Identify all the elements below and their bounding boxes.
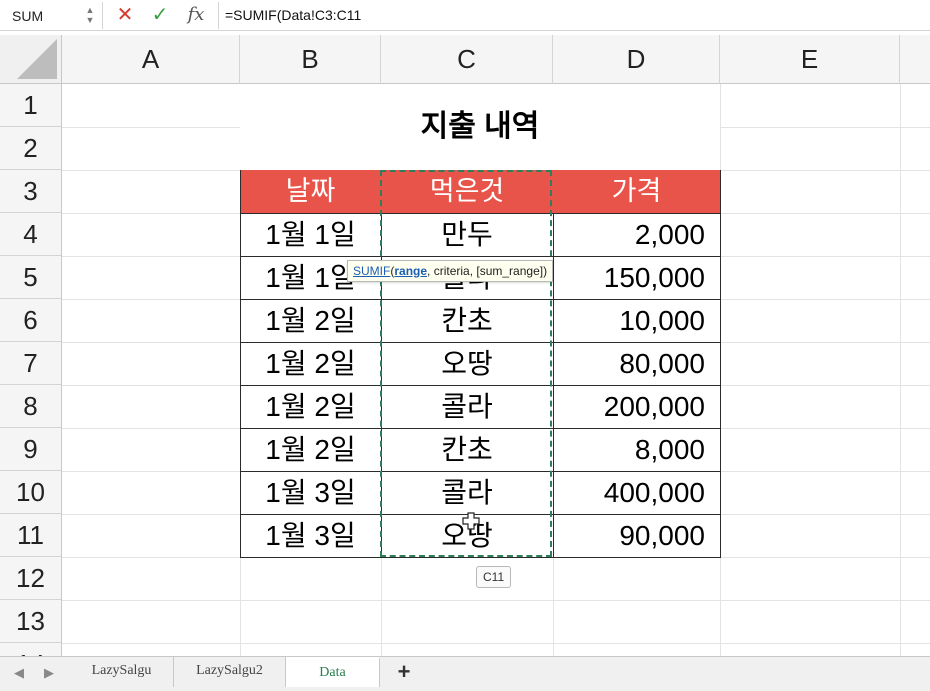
cell-date[interactable]: 1월 2일: [241, 385, 380, 428]
column-header-e[interactable]: E: [720, 35, 900, 84]
prev-sheet-icon[interactable]: ◀: [14, 665, 24, 681]
column-header-c[interactable]: C: [381, 35, 553, 84]
tooltip-remaining-args: , criteria, [sum_range]): [427, 264, 548, 278]
next-sheet-icon[interactable]: ▶: [44, 665, 54, 681]
cell-date[interactable]: 1월 3일: [241, 471, 380, 514]
table-border: [240, 428, 721, 429]
cell-item[interactable]: 콜라: [382, 385, 552, 428]
cell-price[interactable]: 2,000: [554, 213, 719, 256]
name-box-value: SUM: [12, 8, 44, 24]
cancel-icon[interactable]: ✕: [112, 2, 138, 28]
cell-item[interactable]: 만두: [382, 213, 552, 256]
header-date[interactable]: 날짜: [240, 170, 381, 213]
cell-price[interactable]: 8,000: [554, 428, 719, 471]
row-header-12[interactable]: 12: [0, 557, 61, 600]
table-border: [240, 514, 721, 515]
row-header-13[interactable]: 13: [0, 600, 61, 643]
formula-input[interactable]: =SUMIF(Data!C3:C11: [218, 2, 918, 29]
tooltip-function-name[interactable]: SUMIF: [353, 264, 390, 278]
name-box-dropdown-icon[interactable]: ▲ ▼: [84, 5, 96, 27]
formula-bar: SUM ▲ ▼ ✕ ✓ fx =SUMIF(Data!C3:C11: [0, 0, 930, 31]
row-header-7[interactable]: 7: [0, 342, 61, 385]
name-box[interactable]: SUM ▲ ▼: [0, 2, 103, 29]
table-border: [240, 471, 721, 472]
cell-cursor-icon: [462, 512, 480, 530]
column-header-b[interactable]: B: [240, 35, 381, 84]
tooltip-active-argument[interactable]: range: [394, 264, 427, 278]
cell-date[interactable]: 1월 2일: [241, 428, 380, 471]
sheet-title[interactable]: 지출 내역: [240, 84, 720, 170]
cell-grid[interactable]: 지출 내역 날짜 먹은것 가격 1월 1일 만두 2,000 1월 1일 콜라 …: [62, 84, 930, 659]
row-header-11[interactable]: 11: [0, 514, 61, 557]
insert-function-icon[interactable]: fx: [183, 2, 209, 28]
sheet-tab-lazysalgu2[interactable]: LazySalgu2: [174, 657, 286, 687]
column-header-a[interactable]: A: [62, 35, 240, 84]
cell-date[interactable]: 1월 2일: [241, 299, 380, 342]
cell-price[interactable]: 200,000: [554, 385, 719, 428]
table-border: [240, 557, 721, 558]
confirm-icon[interactable]: ✓: [147, 2, 173, 28]
cell-date[interactable]: 1월 1일: [241, 213, 380, 256]
column-header-d[interactable]: D: [553, 35, 720, 84]
cell-date[interactable]: 1월 2일: [241, 342, 380, 385]
cell-item[interactable]: 칸초: [382, 428, 552, 471]
cell-price[interactable]: 150,000: [554, 256, 719, 299]
table-border: [553, 213, 554, 558]
cell-item[interactable]: 오땅: [382, 342, 552, 385]
select-all-corner[interactable]: [0, 35, 62, 84]
cell-price[interactable]: 400,000: [554, 471, 719, 514]
cell-item[interactable]: 칸초: [382, 299, 552, 342]
row-header-2[interactable]: 2: [0, 127, 61, 170]
cell-price[interactable]: 80,000: [554, 342, 719, 385]
column-headers: A B C D E: [62, 35, 930, 84]
row-header-1[interactable]: 1: [0, 84, 61, 127]
row-header-3[interactable]: 3: [0, 170, 61, 213]
table-border: [240, 256, 721, 257]
row-headers: 1 2 3 4 5 6 7 8 9 10 11 12 13 14: [0, 84, 62, 679]
table-border: [240, 299, 721, 300]
range-reference-badge: C11: [476, 566, 512, 588]
column-header-f[interactable]: [900, 35, 930, 84]
function-tooltip: SUMIF(range, criteria, [sum_range]): [347, 260, 554, 282]
sheet-tabs-bar: ◀ ▶ LazySalgu LazySalgu2 Data +: [0, 656, 930, 691]
cell-price[interactable]: 10,000: [554, 299, 719, 342]
table-border: [240, 342, 721, 343]
cell-date[interactable]: 1월 3일: [241, 514, 380, 557]
row-header-10[interactable]: 10: [0, 471, 61, 514]
sheet-tab-data[interactable]: Data: [286, 657, 380, 687]
header-item[interactable]: 먹은것: [381, 170, 553, 213]
table-border: [240, 213, 721, 214]
row-header-5[interactable]: 5: [0, 256, 61, 299]
sheet-tab-lazysalgu[interactable]: LazySalgu: [70, 657, 174, 687]
table-border: [240, 170, 241, 558]
add-sheet-button[interactable]: +: [392, 659, 416, 685]
cell-item[interactable]: 콜라: [382, 471, 552, 514]
header-price[interactable]: 가격: [553, 170, 720, 213]
row-header-4[interactable]: 4: [0, 213, 61, 256]
row-header-9[interactable]: 9: [0, 428, 61, 471]
table-border: [720, 170, 721, 558]
row-header-6[interactable]: 6: [0, 299, 61, 342]
cell-price[interactable]: 90,000: [554, 514, 719, 557]
row-header-8[interactable]: 8: [0, 385, 61, 428]
table-border: [240, 385, 721, 386]
